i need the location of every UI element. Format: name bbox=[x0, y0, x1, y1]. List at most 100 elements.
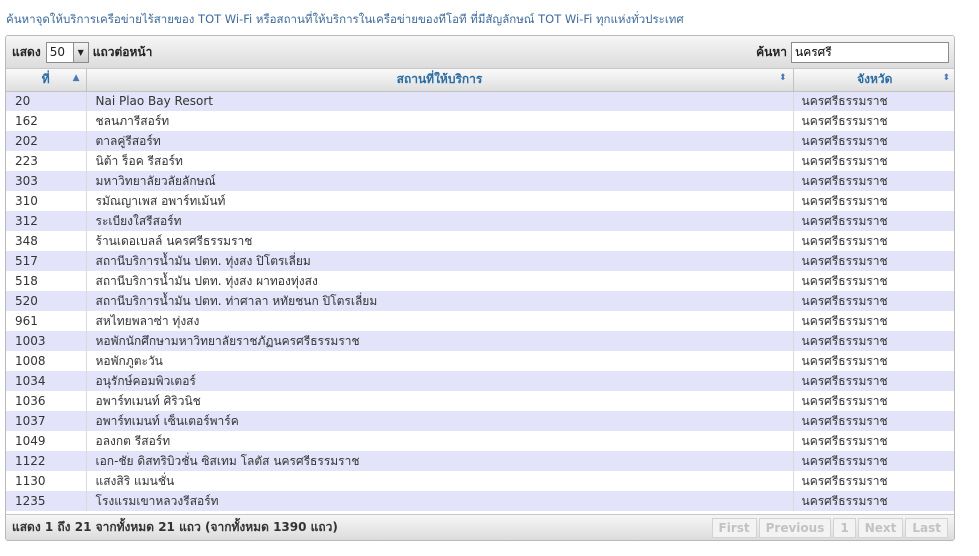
cell-place: ร้านเดอเบลล์ นครศรีธรรมราช bbox=[86, 231, 794, 251]
cell-place: ระเบียงใสรีสอร์ท bbox=[86, 211, 794, 231]
cell-province: นครศรีธรรมราช bbox=[801, 273, 888, 288]
cell-place: สถานีบริการน้ำมัน ปตท. ท่าศาลา หทัยชนก ป… bbox=[86, 291, 794, 311]
cell-id: 202 bbox=[6, 131, 87, 151]
cell-place: หอพักภูตะวัน bbox=[86, 351, 794, 371]
table-row[interactable]: 310 รมัณญาเพส อพาร์ทเม้นท์ นครศรีธรรมราช bbox=[6, 191, 954, 211]
cell-province: นครศรีธรรมราช bbox=[801, 333, 888, 348]
cell-id: 1130 bbox=[6, 471, 87, 491]
cell-place: อลงกต รีสอร์ท bbox=[86, 431, 794, 451]
page-size-select[interactable]: 50 ▼ bbox=[45, 41, 89, 63]
cell-place: แสงสิริ แมนชั่น bbox=[86, 471, 794, 491]
column-header-place-label: สถานที่ให้บริการ bbox=[396, 72, 483, 87]
cell-province: นครศรีธรรมราช bbox=[801, 293, 888, 308]
cell-province: นครศรีธรรมราช bbox=[801, 253, 888, 268]
table-toolbar: แสดง 50 ▼ แถวต่อหน้า ค้นหา bbox=[6, 36, 954, 69]
cell-id: 310 bbox=[6, 191, 87, 211]
cell-province: นครศรีธรรมราช bbox=[801, 413, 888, 428]
cell-province: นครศรีธรรมราช bbox=[801, 493, 888, 508]
cell-id: 1003 bbox=[6, 331, 87, 351]
cell-id: 1049 bbox=[6, 431, 87, 451]
column-header-place[interactable]: สถานที่ให้บริการ ⬍ bbox=[86, 69, 794, 92]
table-row[interactable]: 303 มหาวิทยาลัยวลัยลักษณ์ นครศรีธรรมราช bbox=[6, 171, 954, 191]
cell-province: นครศรีธรรมราช bbox=[801, 93, 888, 108]
cell-id: 223 bbox=[6, 151, 87, 171]
sort-asc-icon: ▲ bbox=[72, 73, 80, 83]
cell-id: 1034 bbox=[6, 371, 87, 391]
table-footer: แสดง 1 ถึง 21 จากทั้งหมด 21 แถว (จากทั้ง… bbox=[6, 514, 954, 540]
cell-place: หอพักนักศึกษามหาวิทยาลัยราชภัฏนครศรีธรรม… bbox=[86, 331, 794, 351]
table-row[interactable]: 312 ระเบียงใสรีสอร์ท นครศรีธรรมราช bbox=[6, 211, 954, 231]
cell-id: 518 bbox=[6, 271, 87, 291]
cell-province: นครศรีธรรมราช bbox=[801, 233, 888, 248]
cell-province: นครศรีธรรมราช bbox=[801, 373, 888, 388]
cell-place: อพาร์ทเมนท์ ศิริวนิช bbox=[86, 391, 794, 411]
show-label: แสดง bbox=[12, 44, 41, 59]
table-row[interactable]: 20 Nai Plao Bay Resort นครศรีธรรมราช bbox=[6, 91, 954, 111]
table-row[interactable]: 223 นิต้า ร็อค รีสอร์ท นครศรีธรรมราช bbox=[6, 151, 954, 171]
cell-province: นครศรีธรรมราช bbox=[801, 313, 888, 328]
cell-province: นครศรีธรรมราช bbox=[801, 173, 888, 188]
cell-province: นครศรีธรรมราช bbox=[801, 453, 888, 468]
sort-both-icon: ⬍ bbox=[942, 73, 950, 83]
table-row[interactable]: 1036 อพาร์ทเมนท์ ศิริวนิช นครศรีธรรมราช bbox=[6, 391, 954, 411]
last-page-button[interactable]: Last bbox=[905, 517, 948, 538]
cell-province: นครศรีธรรมราช bbox=[801, 473, 888, 488]
table-row[interactable]: 518 สถานีบริการน้ำมัน ปตท. ทุ่งสง ผาทองทุ… bbox=[6, 271, 954, 291]
table-row[interactable]: 1130 แสงสิริ แมนชั่น นครศรีธรรมราช bbox=[6, 471, 954, 491]
page-length-control: แสดง 50 ▼ แถวต่อหน้า bbox=[12, 41, 153, 63]
previous-page-button[interactable]: Previous bbox=[758, 517, 832, 538]
cell-id: 1235 bbox=[6, 491, 87, 511]
cell-place: Nai Plao Bay Resort bbox=[86, 91, 794, 111]
cell-place: มหาวิทยาลัยวลัยลักษณ์ bbox=[86, 171, 794, 191]
table-row[interactable]: 1049 อลงกต รีสอร์ท นครศรีธรรมราช bbox=[6, 431, 954, 451]
cell-id: 1122 bbox=[6, 451, 87, 471]
table-row[interactable]: 348 ร้านเดอเบลล์ นครศรีธรรมราช นครศรีธรรมร… bbox=[6, 231, 954, 251]
table-row[interactable]: 1037 อพาร์ทเมนท์ เซ็นเตอร์พาร์ค นครศรีธรรม… bbox=[6, 411, 954, 431]
search-input[interactable] bbox=[791, 41, 949, 63]
cell-place: อพาร์ทเมนท์ เซ็นเตอร์พาร์ค bbox=[86, 411, 794, 431]
table-row[interactable]: 517 สถานีบริการน้ำมัน ปตท. ทุ่งสง ปิโตรเล… bbox=[6, 251, 954, 271]
cell-place: สถานีบริการน้ำมัน ปตท. ทุ่งสง ผาทองทุ่งส… bbox=[86, 271, 794, 291]
cell-id: 517 bbox=[6, 251, 87, 271]
column-header-id-label: ที่ bbox=[41, 72, 50, 87]
table-row[interactable]: 961 สหไทยพลาซ่า ทุ่งสง นครศรีธรรมราช bbox=[6, 311, 954, 331]
next-page-button[interactable]: Next bbox=[857, 517, 904, 538]
cell-id: 961 bbox=[6, 311, 87, 331]
table-row[interactable]: 1122 เอก-ชัย ดิสทริบิวชั่น ซิสเทม โลตัส น… bbox=[6, 451, 954, 471]
cell-place: ชลนภารีสอร์ท bbox=[86, 111, 794, 131]
column-header-id[interactable]: ที่ ▲ bbox=[6, 69, 87, 92]
results-table: ที่ ▲ สถานที่ให้บริการ ⬍ จังหวัด ⬍ 20 Nai… bbox=[6, 69, 954, 511]
table-header-row: ที่ ▲ สถานที่ให้บริการ ⬍ จังหวัด ⬍ bbox=[6, 69, 954, 92]
cell-place: โรงแรมเขาหลวงรีสอร์ท bbox=[86, 491, 794, 511]
table-info-text: แสดง 1 ถึง 21 จากทั้งหมด 21 แถว (จากทั้ง… bbox=[12, 520, 338, 534]
search-control: ค้นหา bbox=[756, 41, 949, 63]
table-row[interactable]: 162 ชลนภารีสอร์ท นครศรีธรรมราช bbox=[6, 111, 954, 131]
pagination: First Previous 1 Next Last bbox=[710, 517, 948, 538]
cell-place: สหไทยพลาซ่า ทุ่งสง bbox=[86, 311, 794, 331]
table-row[interactable]: 1034 อนุรักษ์คอมพิวเตอร์ นครศรีธรรมราช bbox=[6, 371, 954, 391]
cell-id: 312 bbox=[6, 211, 87, 231]
table-row[interactable]: 1008 หอพักภูตะวัน นครศรีธรรมราช bbox=[6, 351, 954, 371]
cell-id: 1008 bbox=[6, 351, 87, 371]
sort-both-icon: ⬍ bbox=[778, 73, 787, 83]
cell-id: 20 bbox=[6, 91, 87, 111]
data-table-wrapper: แสดง 50 ▼ แถวต่อหน้า ค้นหา ที่ ▲ bbox=[5, 35, 955, 541]
chevron-down-icon[interactable]: ▼ bbox=[72, 42, 88, 62]
cell-province: นครศรีธรรมราช bbox=[801, 433, 888, 448]
table-row[interactable]: 1235 โรงแรมเขาหลวงรีสอร์ท นครศรีธรรมราช bbox=[6, 491, 954, 511]
table-row[interactable]: 520 สถานีบริการน้ำมัน ปตท. ท่าศาลา หทัยชน… bbox=[6, 291, 954, 311]
cell-id: 348 bbox=[6, 231, 87, 251]
first-page-button[interactable]: First bbox=[711, 517, 757, 538]
cell-province: นครศรีธรรมราช bbox=[801, 393, 888, 408]
column-header-province[interactable]: จังหวัด ⬍ bbox=[793, 69, 954, 92]
rows-per-page-label: แถวต่อหน้า bbox=[92, 44, 153, 59]
column-header-province-label: จังหวัด bbox=[857, 72, 893, 87]
cell-place: ตาลคู่รีสอร์ท bbox=[86, 131, 794, 151]
table-row[interactable]: 202 ตาลคู่รีสอร์ท นครศรีธรรมราช bbox=[6, 131, 954, 151]
cell-place: สถานีบริการน้ำมัน ปตท. ทุ่งสง ปิโตรเลี่ย… bbox=[86, 251, 794, 271]
cell-place: นิต้า ร็อค รีสอร์ท bbox=[86, 151, 794, 171]
cell-place: เอก-ชัย ดิสทริบิวชั่น ซิสเทม โลตัส นครศร… bbox=[86, 451, 794, 471]
table-row[interactable]: 1003 หอพักนักศึกษามหาวิทยาลัยราชภัฏนครศรี… bbox=[6, 331, 954, 351]
page-1-button[interactable]: 1 bbox=[833, 517, 856, 538]
search-label: ค้นหา bbox=[756, 44, 787, 59]
